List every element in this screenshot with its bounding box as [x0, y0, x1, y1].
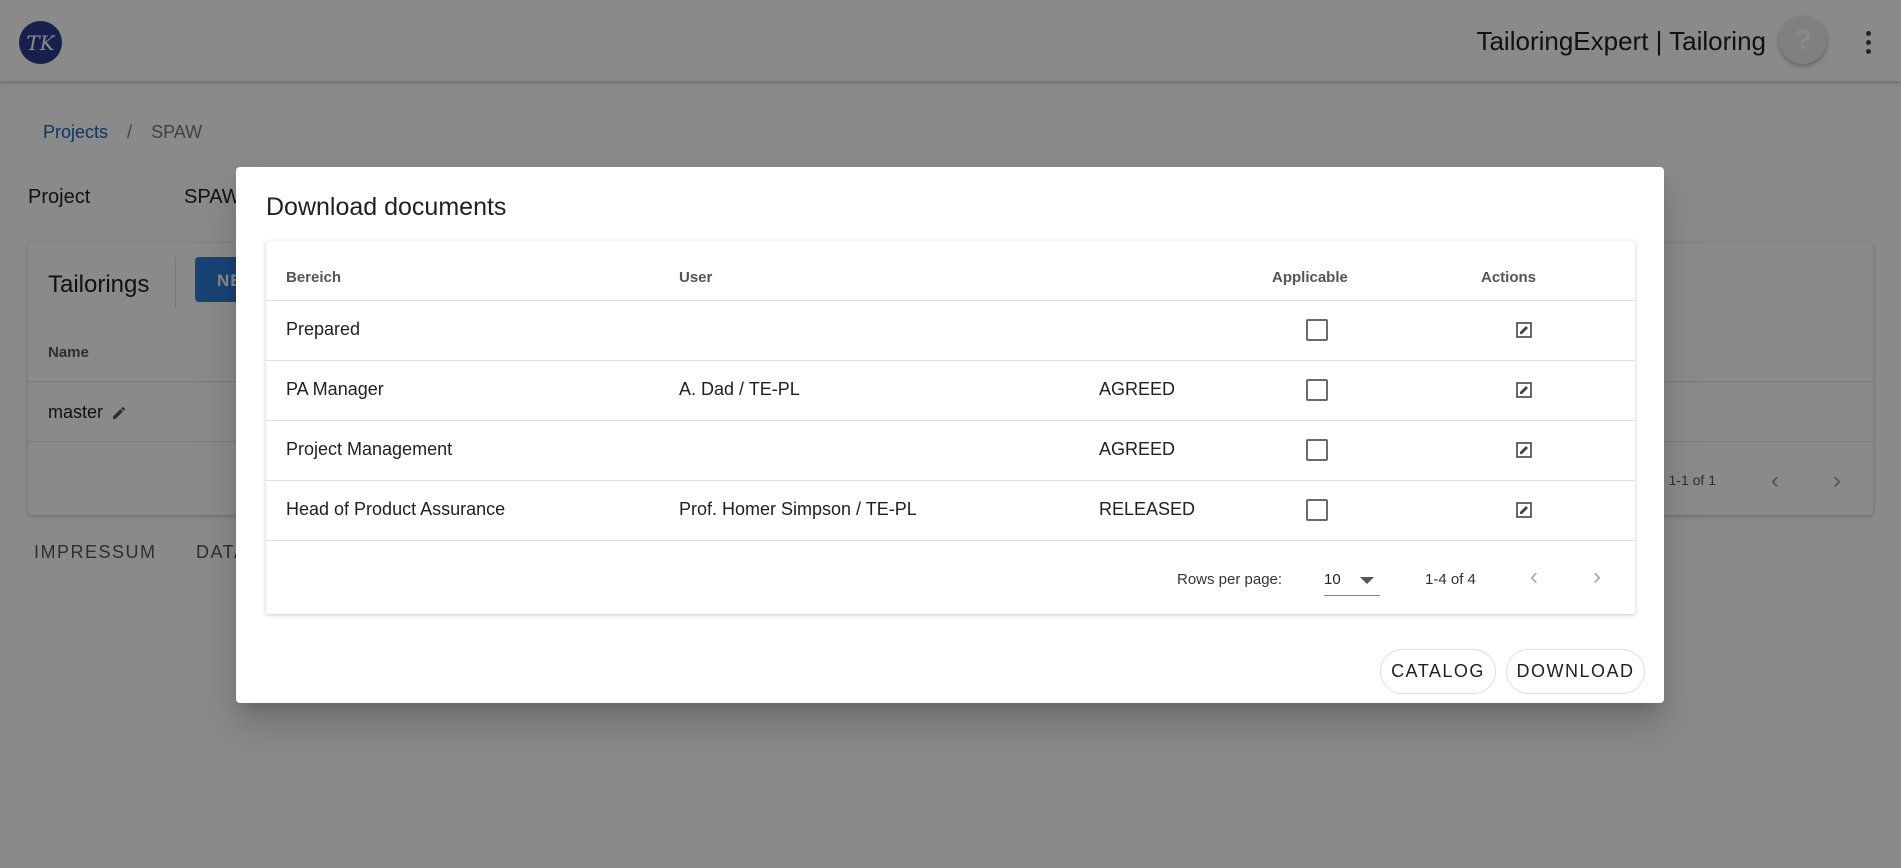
- edit-box-icon[interactable]: [1516, 442, 1532, 458]
- applicable-checkbox[interactable]: [1306, 319, 1328, 341]
- applicable-checkbox[interactable]: [1306, 439, 1328, 461]
- rows-per-page-label: Rows per page:: [1177, 571, 1283, 588]
- column-header-user[interactable]: User: [679, 269, 712, 286]
- applicable-checkbox[interactable]: [1306, 499, 1328, 521]
- divider: [266, 300, 1635, 301]
- column-header-actions: Actions: [1481, 269, 1537, 286]
- divider: [266, 360, 1635, 361]
- cell-status: AGREED: [1099, 439, 1176, 459]
- divider: [266, 540, 1635, 541]
- column-header-bereich[interactable]: Bereich: [286, 269, 341, 286]
- edit-box-icon[interactable]: [1516, 382, 1532, 398]
- documents-table: Bereich User Applicable Actions Prepared…: [266, 241, 1635, 614]
- cell-user: A. Dad / TE-PL: [679, 379, 800, 399]
- rows-per-page-select[interactable]: 10: [1324, 564, 1380, 596]
- cell-bereich: PA Manager: [286, 379, 384, 399]
- cell-bereich: Prepared: [286, 319, 361, 339]
- pagination-range: 1-4 of 4: [1425, 571, 1476, 588]
- download-documents-dialog: Download documents Bereich User Applicab…: [236, 167, 1664, 703]
- chevron-left-icon[interactable]: ‹: [1530, 563, 1538, 591]
- download-button[interactable]: DOWNLOAD: [1506, 649, 1645, 694]
- dialog-title: Download documents: [266, 193, 507, 221]
- applicable-checkbox[interactable]: [1306, 379, 1328, 401]
- edit-box-icon[interactable]: [1516, 502, 1532, 518]
- cell-status: AGREED: [1099, 379, 1176, 399]
- cell-bereich: Head of Product Assurance: [286, 499, 506, 519]
- rows-per-page-value: 10: [1324, 571, 1341, 588]
- edit-box-icon[interactable]: [1516, 322, 1532, 338]
- catalog-button[interactable]: CATALOG: [1380, 649, 1496, 694]
- cell-user: Prof. Homer Simpson / TE-PL: [679, 499, 917, 519]
- column-header-applicable[interactable]: Applicable: [1272, 269, 1348, 286]
- chevron-down-icon: [1360, 577, 1374, 584]
- divider: [266, 420, 1635, 421]
- divider: [266, 480, 1635, 481]
- cell-status: RELEASED: [1099, 499, 1196, 519]
- chevron-right-icon[interactable]: ›: [1593, 563, 1601, 591]
- cell-bereich: Project Management: [286, 439, 453, 459]
